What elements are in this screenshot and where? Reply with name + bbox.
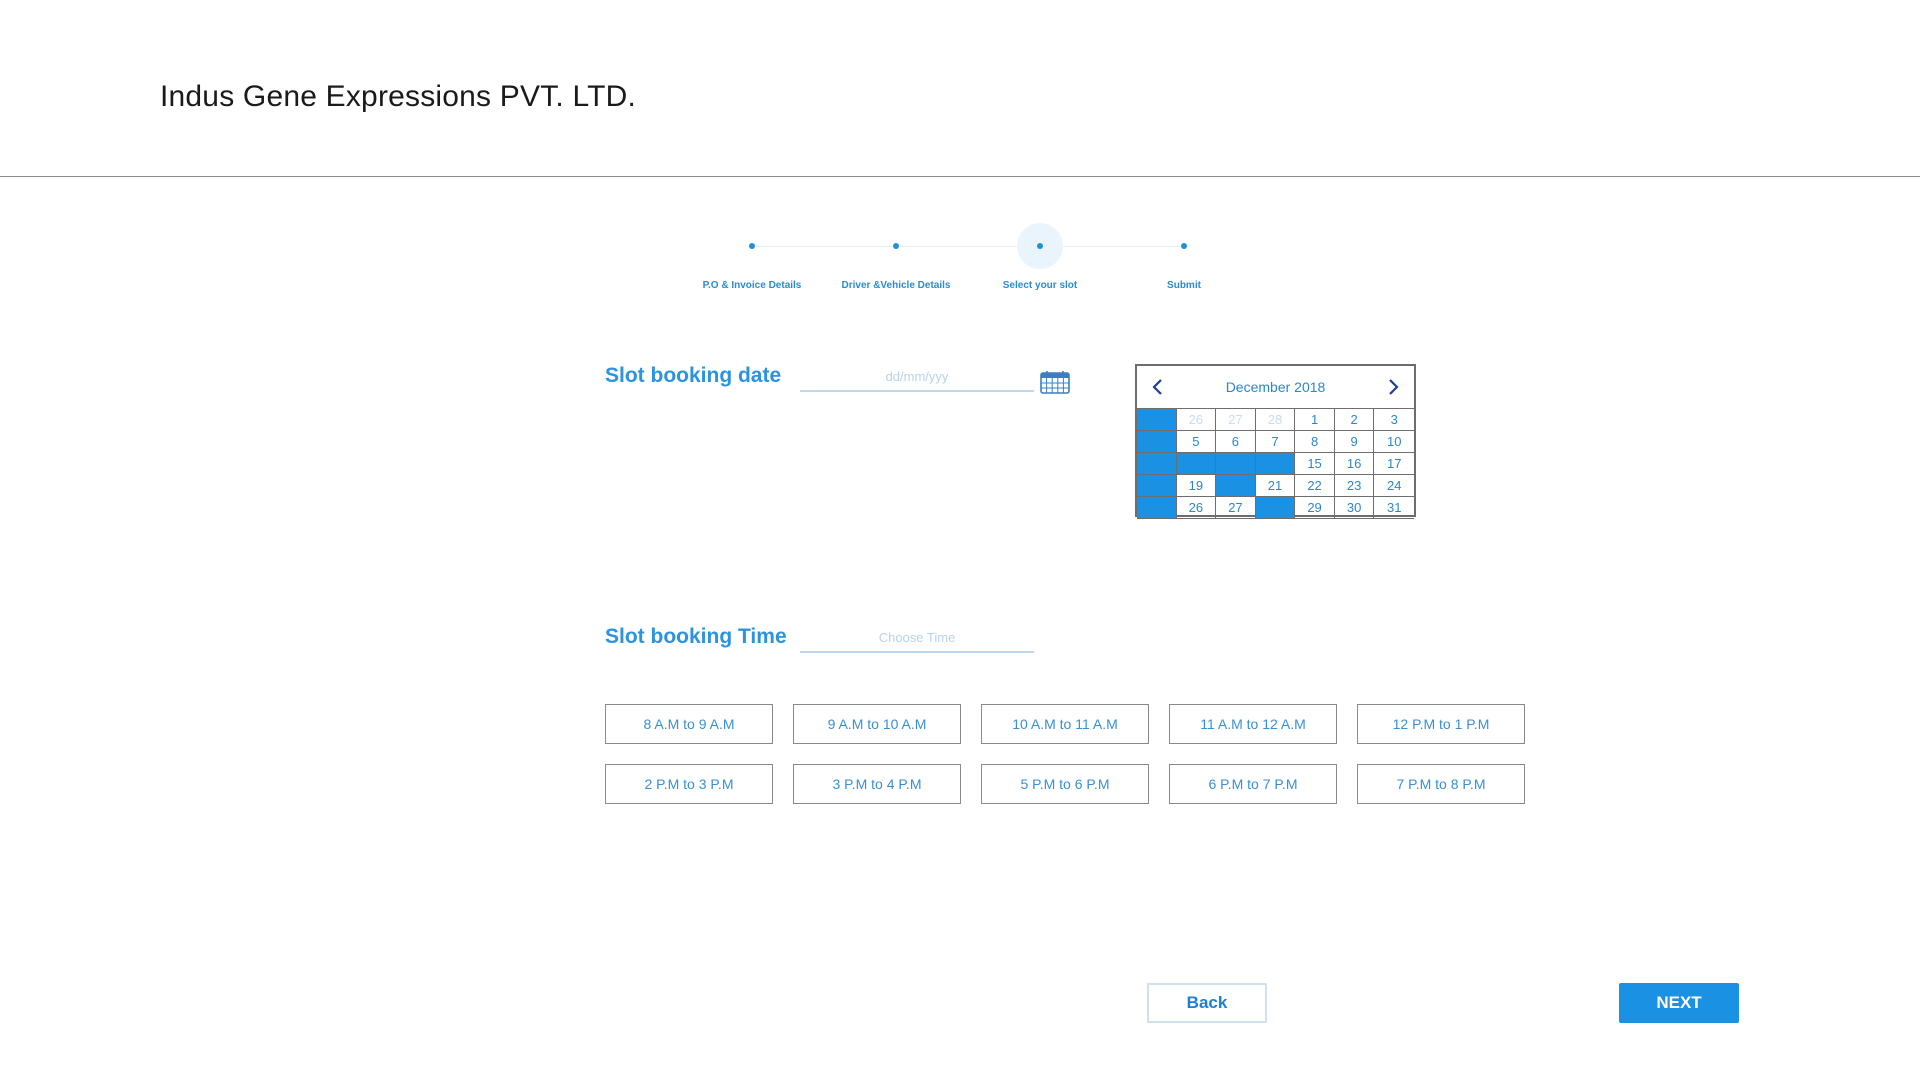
calendar-widget: December 2018 26 27 28 1 2 3 5 6 7 8 9 10 15 16 17 19 21… [1135,364,1416,519]
calendar-day-blocked [1137,431,1177,453]
chevron-right-icon[interactable] [1384,378,1402,396]
calendar-day[interactable]: 28 [1255,409,1296,431]
calendar-header: December 2018 [1137,366,1414,409]
calendar-day-blocked [1216,475,1256,497]
calendar-day-blocked [1137,453,1177,475]
calendar-day[interactable]: 17 [1374,453,1414,475]
calendar-day[interactable]: 27 [1216,409,1256,431]
calendar-day[interactable]: 27 [1216,497,1256,519]
time-slot-button[interactable]: 9 A.M to 10 A.M [793,704,961,744]
time-slot-button[interactable]: 3 P.M to 4 P.M [793,764,961,804]
calendar-day-blocked [1255,497,1296,519]
calendar-day-blocked [1255,453,1296,475]
slot-date-input[interactable] [800,362,1034,392]
step-driver-vehicle[interactable]: Driver &Vehicle Details [816,216,976,316]
calendar-day-blocked [1176,453,1217,475]
time-slot-button[interactable]: 12 P.M to 1 P.M [1357,704,1525,744]
time-slot-button[interactable]: 5 P.M to 6 P.M [981,764,1149,804]
step-label: Select your slot [1002,280,1078,291]
calendar-day[interactable]: 19 [1176,475,1217,497]
step-label: P.O & Invoice Details [702,280,802,291]
calendar-day[interactable]: 22 [1295,475,1335,497]
header-divider [0,176,1920,177]
next-button[interactable]: NEXT [1619,983,1739,1023]
slot-date-label: Slot booking date [605,364,782,387]
calendar-day[interactable]: 31 [1374,497,1414,519]
time-slot-button[interactable]: 11 A.M to 12 A.M [1169,704,1337,744]
calendar-days-grid: 26 27 28 1 2 3 5 6 7 8 9 10 15 16 17 19 21 22 23 24 26 27 29 30… [1137,409,1414,519]
step-submit[interactable]: Submit [1104,216,1264,316]
time-slot-button[interactable]: 10 A.M to 11 A.M [981,704,1149,744]
step-dot [1037,243,1043,249]
step-dot [749,243,755,249]
step-label: Submit [1167,280,1201,291]
calendar-day[interactable]: 26 [1176,409,1217,431]
calendar-day[interactable]: 3 [1374,409,1414,431]
company-title: Indus Gene Expressions PVT. LTD. [160,80,637,113]
time-slot-button[interactable]: 6 P.M to 7 P.M [1169,764,1337,804]
step-dot [1181,243,1187,249]
calendar-icon[interactable] [1040,370,1070,394]
step-dot [893,243,899,249]
time-slot-button[interactable]: 8 A.M to 9 A.M [605,704,773,744]
calendar-day[interactable]: 23 [1334,475,1375,497]
slot-time-input[interactable] [800,623,1034,653]
calendar-day[interactable]: 16 [1334,453,1375,475]
calendar-day[interactable]: 24 [1374,475,1414,497]
time-slot-button[interactable]: 7 P.M to 8 P.M [1357,764,1525,804]
calendar-day[interactable]: 1 [1295,409,1335,431]
calendar-day[interactable]: 6 [1216,431,1256,453]
calendar-day[interactable]: 30 [1334,497,1375,519]
calendar-day[interactable]: 15 [1295,453,1335,475]
time-slot-button[interactable]: 2 P.M to 3 P.M [605,764,773,804]
calendar-day[interactable]: 9 [1334,431,1375,453]
calendar-day[interactable]: 21 [1255,475,1296,497]
calendar-day[interactable]: 7 [1255,431,1296,453]
calendar-day-blocked [1137,475,1177,497]
calendar-day[interactable]: 10 [1374,431,1414,453]
step-label: Driver &Vehicle Details [841,280,951,291]
slot-time-label: Slot booking Time [605,625,787,648]
calendar-day[interactable]: 26 [1176,497,1217,519]
step-select-slot[interactable]: Select your slot [960,216,1120,316]
calendar-day-blocked [1137,497,1177,519]
back-button[interactable]: Back [1147,983,1267,1023]
calendar-day[interactable]: 2 [1334,409,1375,431]
step-po-invoice[interactable]: P.O & Invoice Details [672,216,832,316]
calendar-day-blocked [1216,453,1256,475]
calendar-day[interactable]: 29 [1295,497,1335,519]
calendar-day-blocked [1137,409,1177,431]
calendar-month-label: December 2018 [1225,379,1326,395]
calendar-day[interactable]: 5 [1176,431,1217,453]
calendar-day[interactable]: 8 [1295,431,1335,453]
